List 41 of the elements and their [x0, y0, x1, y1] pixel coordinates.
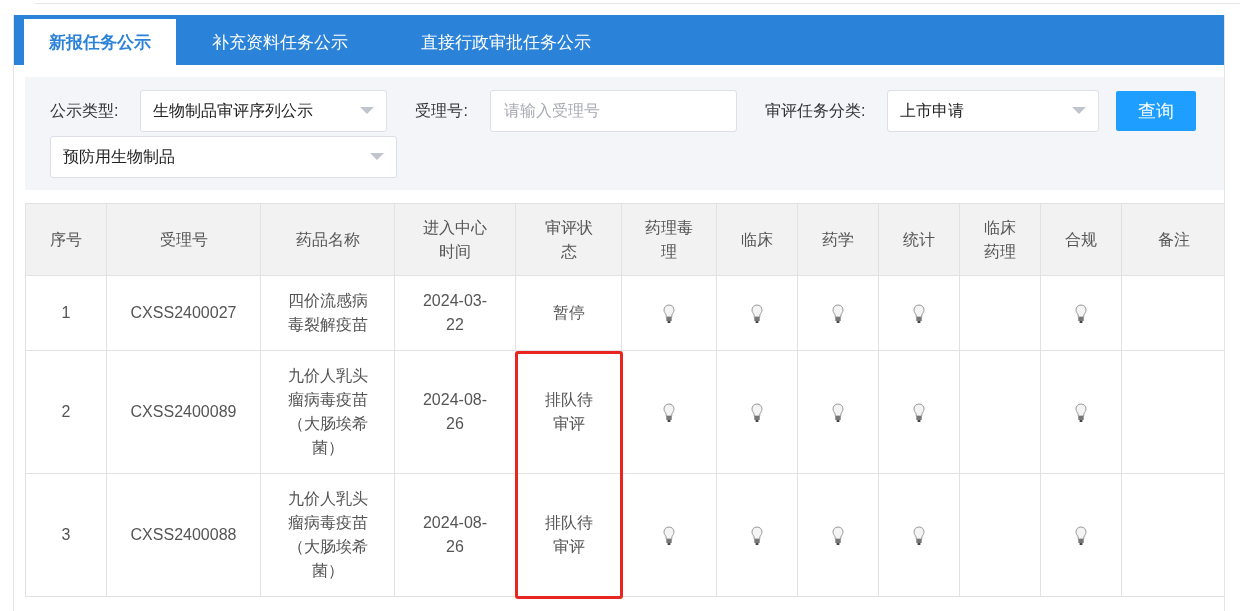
column-header: 药学: [797, 203, 879, 276]
table-cell-text: 暂停: [551, 303, 586, 323]
column-header: 进入中心时间: [394, 203, 516, 276]
search-button[interactable]: 查询: [1116, 91, 1197, 131]
input-field[interactable]: 请输入受理号: [489, 90, 737, 132]
caret-icon: [1072, 107, 1087, 115]
dropdown[interactable]: 生物制品审评序列公示: [140, 90, 388, 132]
table-cell-text: 2: [61, 402, 71, 422]
caret-icon: [370, 153, 384, 161]
tab[interactable]: 补充资料任务公示: [175, 19, 385, 65]
tab[interactable]: 直接行政审批任务公示: [384, 19, 628, 65]
column-header: 备注: [1121, 203, 1224, 276]
table-cell-text: 四价流感病毒裂解疫苗: [286, 291, 369, 335]
table-cell-text: 3: [61, 525, 71, 545]
column-header: 统计: [878, 203, 960, 276]
table-cell-text: 排队待审评: [543, 390, 594, 434]
column-header: 受理号: [106, 203, 261, 276]
dropdown[interactable]: 上市申请: [887, 90, 1100, 132]
table-cell-text: 1: [61, 303, 71, 323]
table-cell-text: CXSS2400089: [130, 402, 237, 422]
table-cell-text: 2024-08-26: [421, 513, 488, 557]
table-cell-text: 九价人乳头瘤病毒疫苗（大肠埃希菌）: [286, 366, 369, 458]
column-header: 审评状态: [515, 203, 622, 276]
table-cell-text: 2024-08-26: [421, 390, 488, 434]
column-header: 序号: [25, 203, 107, 276]
column-header: 合规: [1040, 203, 1122, 276]
column-header: 临床: [716, 203, 798, 276]
filter-label: 受理号:: [415, 100, 469, 121]
table-cell-text: 九价人乳头瘤病毒疫苗（大肠埃希菌）: [286, 489, 369, 581]
filter-label: 公示类型:: [50, 100, 120, 121]
column-header: 药理毒理: [621, 203, 717, 276]
dropdown[interactable]: 预防用生物制品: [50, 136, 397, 178]
table-cell-text: 排队待审评: [543, 513, 594, 557]
caret-icon: [360, 107, 375, 115]
table-cell-text: CXSS2400088: [130, 525, 237, 545]
tab[interactable]: 新报任务公示: [24, 19, 176, 65]
table-cell-text: 2024-03-22: [421, 291, 488, 335]
column-header: 药品名称: [260, 203, 395, 276]
table-cell-text: CXSS2400027: [130, 303, 237, 323]
filter-label: 审评任务分类:: [764, 100, 867, 121]
column-header: 临床药理: [959, 203, 1041, 276]
